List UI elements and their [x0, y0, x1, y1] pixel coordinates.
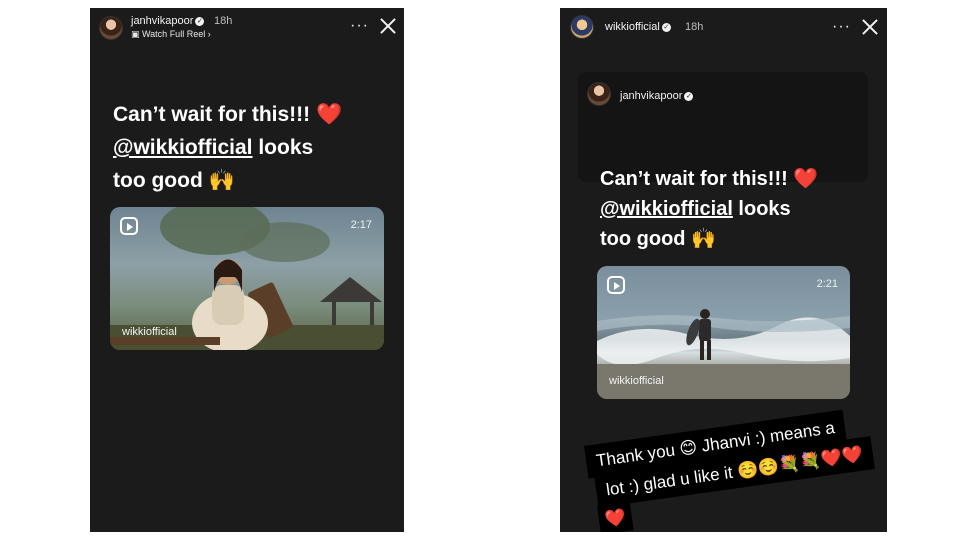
watch-full-reel-link[interactable]: ▣ Watch Full Reel ›: [131, 29, 211, 40]
reel-card[interactable]: 2:21 wikkiofficial: [597, 266, 850, 399]
reel-icon: ▣: [131, 29, 143, 39]
reel-card[interactable]: 2:17 wikkiofficial: [110, 207, 384, 350]
story-right: wikkiofficial ✓ 18h ··· janhvikapoor ✓ Can…: [560, 8, 887, 532]
story-caption: Can’t wait for this!!! ❤️ @wikkiofficial…: [600, 168, 819, 250]
quoted-avatar[interactable]: [587, 82, 611, 106]
more-options-icon[interactable]: ···: [350, 18, 369, 34]
mention-link[interactable]: @wikkiofficial: [600, 198, 733, 220]
username[interactable]: janhvikapoor ✓: [131, 15, 205, 27]
reel-duration: 2:21: [816, 278, 838, 290]
avatar[interactable]: [570, 15, 594, 39]
reel-duration: 2:17: [350, 219, 372, 231]
mention-link[interactable]: @wikkiofficial: [113, 136, 253, 159]
verified-badge-icon: ✓: [195, 16, 205, 26]
close-icon[interactable]: [379, 17, 397, 35]
reel-handle: wikkiofficial: [609, 375, 664, 387]
reel-icon: [607, 276, 625, 294]
reply-text-line-3: ❤️: [597, 501, 634, 532]
story-header: wikkiofficial ✓ 18h ···: [560, 8, 887, 46]
reel-handle: wikkiofficial: [122, 326, 177, 338]
story-header: janhvikapoor ✓ 18h ▣ Watch Full Reel › ··…: [90, 8, 404, 46]
story-caption: Can’t wait for this!!! ❤️ @wikkiofficial…: [113, 103, 343, 192]
post-time: 18h: [685, 21, 704, 33]
story-left: janhvikapoor ✓ 18h ▣ Watch Full Reel › ··…: [90, 8, 404, 532]
verified-badge-icon: ✓: [661, 22, 671, 32]
quoted-username[interactable]: janhvikapoor ✓: [620, 90, 694, 102]
avatar[interactable]: [99, 16, 123, 40]
close-icon[interactable]: [861, 18, 879, 36]
verified-badge-icon: ✓: [684, 91, 694, 101]
username[interactable]: wikkiofficial ✓: [605, 21, 671, 33]
chevron-right-icon: ›: [205, 29, 211, 39]
post-time: 18h: [214, 15, 233, 27]
reel-icon: [120, 217, 138, 235]
more-options-icon[interactable]: ···: [832, 19, 851, 35]
